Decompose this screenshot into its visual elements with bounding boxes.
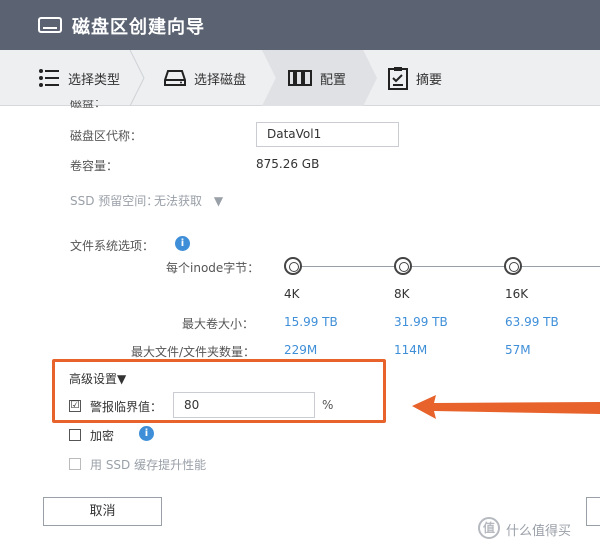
info-icon[interactable]: i [139, 426, 154, 441]
max-files-value: 229M [284, 343, 318, 357]
max-files-label: 最大文件/文件夹数量： [131, 345, 256, 359]
ssd-cache-checkbox[interactable] [69, 458, 81, 470]
percent-unit: % [322, 398, 334, 412]
list-icon [39, 69, 59, 87]
step-select-disk: 选择磁盘 [164, 50, 246, 106]
cancel-button[interactable]: 取消 [43, 497, 162, 526]
ssd-reserve-value: 无法获取 [154, 194, 203, 208]
alias-label: 磁盘区代称： [70, 129, 143, 143]
step-summary: 摘要 [388, 50, 442, 106]
ssd-cache-label: 用 SSD 缓存提升性能 [90, 458, 207, 472]
fs-options-label: 文件系统选项： [70, 239, 155, 253]
max-files-value: 114M [394, 343, 428, 357]
inode-16k-radio[interactable] [504, 257, 522, 275]
alias-input[interactable]: DataVol1 [256, 122, 399, 147]
title-bar: 磁盘区创建向导 [0, 0, 600, 50]
step-label: 配置 [320, 72, 347, 88]
config-icon [288, 70, 312, 86]
chevron-down-icon: ▼ [213, 194, 224, 208]
window-title: 磁盘区创建向导 [72, 17, 205, 38]
inode-option-label: 16K [505, 287, 529, 301]
step-label: 选择磁盘 [194, 72, 247, 88]
encrypt-checkbox[interactable] [69, 429, 81, 441]
ssd-reserve-select[interactable]: 无法获取 ▼ [154, 192, 223, 209]
arrow-annotation [412, 395, 600, 419]
step-label: 摘要 [416, 72, 443, 88]
next-button[interactable] [586, 497, 600, 526]
inode-4k-radio[interactable] [284, 257, 302, 275]
info-icon[interactable]: i [175, 236, 190, 251]
alert-threshold-input[interactable]: 80 [173, 392, 315, 418]
capacity-value: 875.26 GB [256, 157, 320, 171]
max-volume-label: 最大卷大小： [182, 317, 255, 331]
max-volume-value: 63.99 TB [505, 315, 559, 329]
clipboard-icon [388, 67, 408, 90]
max-files-value: 57M [505, 343, 531, 357]
advanced-settings-toggle[interactable]: 高级设置▼ [69, 370, 126, 387]
step-configure: 配置 [288, 50, 346, 106]
cut-off-heading: 磁盘： [70, 100, 107, 108]
alert-threshold-label: 警报临界值： [90, 400, 163, 414]
max-volume-value: 31.99 TB [394, 315, 448, 329]
chevron-separator [128, 49, 148, 107]
inode-option-label: 8K [394, 287, 410, 301]
slider-track [300, 266, 600, 267]
inode-8k-radio[interactable] [394, 257, 412, 275]
inode-option-label: 4K [284, 287, 300, 301]
disk-icon [38, 17, 62, 33]
watermark-text: 什么值得买 [506, 524, 572, 539]
watermark-logo: 值 [478, 517, 500, 539]
wizard-steps: 选择类型 选择磁盘 配置 摘要 [0, 49, 600, 107]
disk-icon [164, 70, 186, 86]
capacity-label: 卷容量： [70, 159, 119, 173]
inode-label: 每个inode字节： [166, 261, 260, 275]
encrypt-label: 加密 [90, 429, 115, 443]
alert-threshold-checkbox[interactable]: ☑ [69, 400, 81, 412]
max-volume-value: 15.99 TB [284, 315, 338, 329]
step-select-type: 选择类型 [38, 50, 120, 106]
ssd-reserve-label: SSD 预留空间： [70, 194, 159, 208]
step-label: 选择类型 [68, 72, 121, 88]
